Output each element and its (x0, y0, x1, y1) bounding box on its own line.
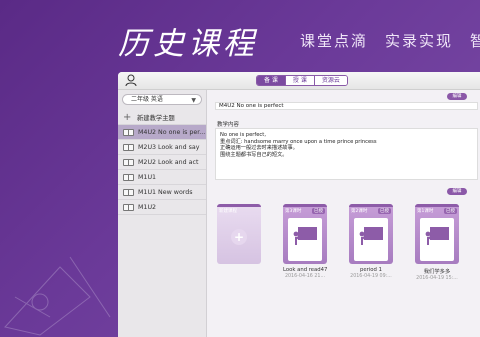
card-title: 我们学多多 (423, 269, 451, 275)
status-badge: 已授 (312, 208, 325, 214)
card-tag: 新建课程 (219, 209, 237, 214)
card-date: 2016-04-16 21... (284, 274, 326, 279)
tab-teach[interactable]: 授 课 (285, 76, 315, 85)
content-line: 围绕主题都书写自己的短文。 (220, 151, 288, 158)
banner-title: 历史课程 (118, 26, 258, 62)
tab-resource-cloud[interactable]: 资源云 (314, 76, 347, 85)
grade-select-value: 二年级 英语 (131, 96, 163, 103)
chevron-down-icon: ▼ (191, 97, 196, 104)
lesson-card[interactable]: 第1课时 已授 我们学多多 2016-04-19 15:... (415, 204, 459, 281)
tab-prepare[interactable]: 备 课 (257, 76, 286, 85)
segmented-tabs: 备 课 授 课 资源云 (256, 75, 348, 86)
add-topic-label: 新建教学主题 (137, 114, 175, 122)
user-icon[interactable] (125, 74, 137, 87)
sidebar-item-label: M2U3 Look and say (138, 143, 200, 151)
sidebar-item[interactable]: M4U2 No one is per... (118, 125, 206, 140)
plus-icon: + (123, 111, 132, 123)
sidebar-item[interactable]: M2U3 Look and say (118, 140, 206, 155)
teacher-blackboard-icon (425, 227, 449, 245)
card-date: 2016-04-19 15:... (416, 276, 458, 281)
plus-icon: + (231, 229, 247, 245)
status-badge: 已授 (378, 208, 391, 214)
book-icon (123, 173, 134, 181)
decorative-sketch (4, 256, 111, 336)
lesson-card[interactable]: 第3课时 已授 Look and read47 2016-04-16 21... (283, 204, 327, 279)
new-lesson-card[interactable]: 新建课程 + (217, 204, 261, 264)
sidebar-item[interactable]: M1U1 New words (118, 185, 206, 200)
banner-subtitle: 课堂点滴 实录实现 智 (300, 32, 480, 50)
add-topic-button[interactable]: + 新建教学主题 (118, 110, 206, 125)
sidebar-item[interactable]: M1U2 (118, 200, 206, 215)
sidebar-item[interactable]: M2U2 Look and act (118, 155, 206, 170)
teacher-blackboard-icon (293, 227, 317, 245)
card-title: Look and read47 (283, 267, 328, 273)
top-bar: 备 课 授 课 资源云 (118, 72, 480, 90)
sidebar-item-label: M4U2 No one is per... (138, 128, 206, 136)
edit-lessons-button[interactable]: 编辑 (447, 188, 467, 195)
book-icon (123, 158, 134, 166)
sidebar-item-label: M1U2 (138, 203, 157, 211)
sidebar-item-label: M1U1 New words (138, 188, 193, 196)
book-icon (123, 128, 134, 136)
sidebar: 二年级 英语 ▼ + 新建教学主题 M4U2 No one is per... … (118, 90, 207, 337)
content-text[interactable]: No one is perfect, 重点词汇: handsome marry … (215, 128, 478, 180)
content-label: 教学内容 (217, 122, 240, 128)
status-badge: 已授 (444, 208, 457, 214)
card-tag: 第3课时 (285, 209, 302, 214)
book-icon (123, 203, 134, 211)
main-panel: 编辑 M4U2 No one is perfect 教学内容 No one is… (211, 90, 480, 337)
card-date: 2016-04-19 09:... (350, 274, 392, 279)
sidebar-item[interactable]: M1U1 (118, 170, 206, 185)
topic-title-field[interactable]: M4U2 No one is perfect (215, 102, 478, 110)
book-icon (123, 188, 134, 196)
sidebar-item-label: M2U2 Look and act (138, 158, 199, 166)
card-tag: 第2课时 (351, 209, 368, 214)
teacher-blackboard-icon (359, 227, 383, 245)
card-tag: 第1课时 (417, 209, 434, 214)
grade-select[interactable]: 二年级 英语 ▼ (122, 94, 202, 105)
sidebar-item-label: M1U1 (138, 173, 157, 181)
book-icon (123, 143, 134, 151)
lesson-cards: 新建课程 + 第3课时 已授 Look and read47 2016-04-1… (217, 204, 480, 294)
app-window: 备 课 授 课 资源云 二年级 英语 ▼ + 新建教学主题 M4U2 No on… (118, 72, 480, 337)
card-title: period 1 (360, 267, 382, 273)
edit-title-button[interactable]: 编辑 (447, 93, 467, 100)
lesson-card[interactable]: 第2课时 已授 period 1 2016-04-19 09:... (349, 204, 393, 279)
